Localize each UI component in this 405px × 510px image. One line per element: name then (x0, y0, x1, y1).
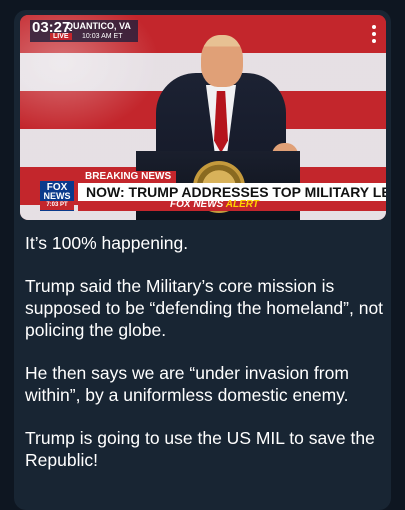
fox-news-logo: FOX NEWS 7:03 PT (40, 181, 74, 211)
speaker-head (201, 35, 243, 87)
live-tag: LIVE (50, 33, 72, 40)
alert-label: FOX NEWS ALERT (170, 199, 259, 210)
location-label: QUANTICO, VA (66, 21, 131, 31)
breaking-news-tag: BREAKING NEWS (80, 171, 177, 183)
more-options-icon[interactable] (372, 25, 378, 43)
video-player[interactable]: 03:27 QUANTICO, VA LIVE 10:03 AM ET FOX … (20, 15, 386, 220)
post-paragraph: Trump is going to use the US MIL to save… (25, 428, 375, 470)
channel-post: 03:27 QUANTICO, VA LIVE 10:03 AM ET FOX … (14, 10, 391, 510)
news-chyron: FOX NEWS 7:03 PT BREAKING NEWS NOW: TRUM… (40, 171, 386, 211)
live-clock: 10:03 AM ET (82, 33, 123, 40)
alert-brand: FOX NEWS (170, 199, 224, 210)
post-paragraph: It’s 100% happening. (25, 233, 189, 253)
post-text: It’s 100% happening. Trump said the Mili… (25, 232, 385, 492)
post-paragraph: He then says we are “under invasion from… (25, 363, 349, 405)
logo-news: NEWS (43, 191, 71, 201)
logo-time: 7:03 PT (40, 201, 74, 210)
alert-word: ALERT (225, 199, 259, 210)
post-paragraph: Trump said the Military’s core mission i… (25, 276, 384, 340)
